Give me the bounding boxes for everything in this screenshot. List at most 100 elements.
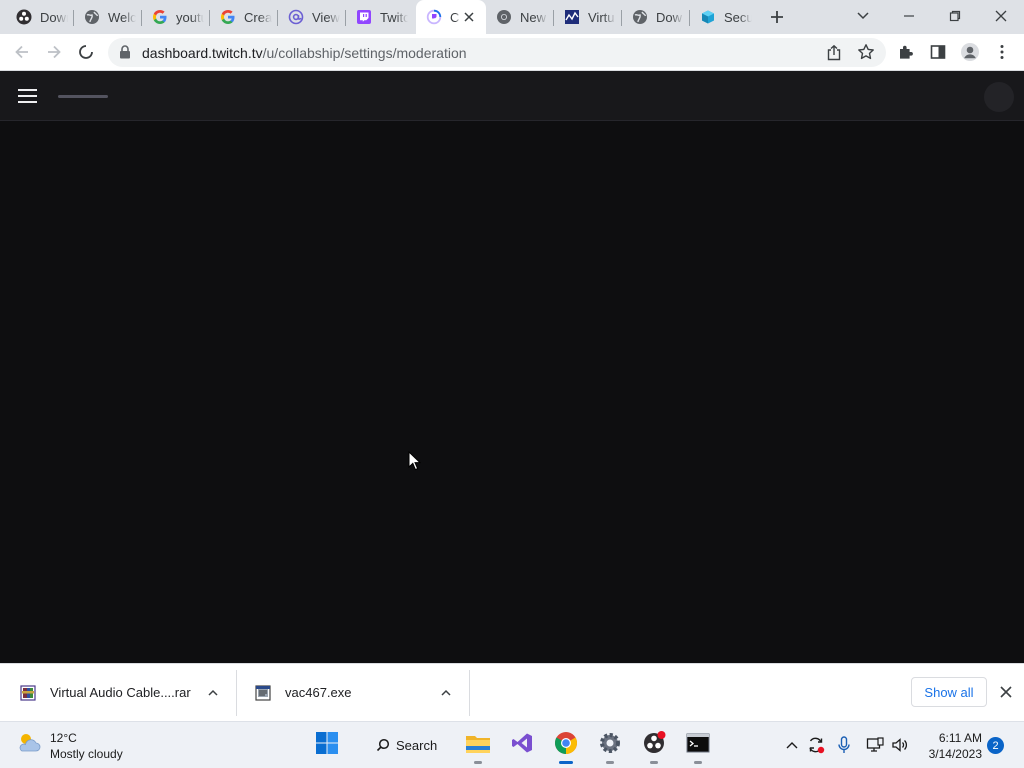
running-indicator xyxy=(650,761,658,764)
tab-title: youtu xyxy=(176,9,204,25)
new-tab-button[interactable] xyxy=(766,6,788,28)
taskbar-app-chrome[interactable] xyxy=(551,730,581,764)
system-clock[interactable]: 6:11 AM 3/14/2023 xyxy=(918,730,982,762)
show-all-downloads-button[interactable]: Show all xyxy=(911,677,987,707)
lock-icon[interactable] xyxy=(119,45,131,59)
partly-cloudy-icon xyxy=(16,730,42,762)
avatar-placeholder[interactable] xyxy=(984,82,1014,112)
clock-time: 6:11 AM xyxy=(938,731,982,745)
vac-icon xyxy=(564,9,580,25)
tab-2[interactable]: youtu xyxy=(142,4,210,30)
taskbar-app-settings[interactable] xyxy=(595,730,625,764)
url-domain: dashboard.twitch.tv xyxy=(142,45,263,61)
address-bar[interactable]: dashboard.twitch.tv/u/collabship/setting… xyxy=(108,38,886,67)
tab-title: C xyxy=(450,9,460,25)
share-icon[interactable] xyxy=(825,44,843,62)
tab-9[interactable]: Dow xyxy=(622,4,690,30)
tab-5[interactable]: Twitc xyxy=(346,4,414,30)
taskbar-app-file-explorer[interactable] xyxy=(463,730,493,764)
close-download-bar-icon[interactable] xyxy=(999,685,1013,699)
browser-menu-icon[interactable] xyxy=(992,42,1012,62)
tab-6-active[interactable]: C xyxy=(416,0,486,34)
restore-button[interactable] xyxy=(942,4,968,28)
tab-8[interactable]: Virtu xyxy=(554,4,622,30)
active-app-indicator xyxy=(559,761,573,764)
extensions-puzzle-icon[interactable] xyxy=(896,42,916,62)
google-icon xyxy=(152,9,168,25)
chrome-icon xyxy=(554,731,578,760)
back-button[interactable] xyxy=(12,42,32,62)
globe-icon xyxy=(84,9,100,25)
running-indicator xyxy=(694,761,702,764)
show-hidden-icons-chevron-icon[interactable] xyxy=(783,736,801,754)
dashboard-content-area xyxy=(0,121,1024,663)
tab-title: View xyxy=(312,9,340,25)
close-tab-icon[interactable] xyxy=(462,10,476,24)
tab-title: Virtu xyxy=(588,9,615,25)
tab-title: Welc xyxy=(108,9,136,25)
visual-studio-icon xyxy=(511,732,533,759)
tab-0[interactable]: Down xyxy=(6,4,74,30)
running-indicator xyxy=(606,761,614,764)
notification-count-badge[interactable]: 2 xyxy=(987,737,1004,754)
twitch-top-nav xyxy=(0,71,1024,121)
network-icon[interactable] xyxy=(866,736,884,754)
tab-10[interactable]: Secur xyxy=(690,4,758,30)
download-bar: Virtual Audio Cable....rar vac467.exe Sh… xyxy=(0,663,1024,721)
download-filename: Virtual Audio Cable....rar xyxy=(50,685,191,700)
microphone-icon[interactable] xyxy=(835,736,853,754)
clock-date: 3/14/2023 xyxy=(928,747,982,761)
url-text: dashboard.twitch.tv/u/collabship/setting… xyxy=(142,45,467,61)
side-panel-icon[interactable] xyxy=(928,42,948,62)
taskbar-app-terminal[interactable] xyxy=(683,730,713,764)
loading-title-placeholder xyxy=(58,95,108,98)
file-explorer-icon xyxy=(465,732,491,759)
tab-title: Down xyxy=(40,9,68,25)
globe-icon xyxy=(632,9,648,25)
url-path: /u/collabship/settings/moderation xyxy=(262,45,467,61)
search-label: Search xyxy=(396,737,438,753)
tab-title: Secur xyxy=(724,9,752,25)
tab-title: Dow xyxy=(656,9,683,25)
weather-condition: Mostly cloudy xyxy=(50,747,123,761)
at-sign-icon xyxy=(288,9,304,25)
tab-search-button[interactable] xyxy=(850,4,876,28)
close-window-button[interactable] xyxy=(988,4,1014,28)
profile-avatar-icon[interactable] xyxy=(960,42,980,62)
taskbar-app-visual-studio[interactable] xyxy=(507,730,537,760)
minimize-button[interactable] xyxy=(896,4,922,28)
search-icon xyxy=(376,738,390,752)
mouse-cursor-icon xyxy=(408,450,422,471)
download-item-1[interactable]: vac467.exe xyxy=(255,664,467,721)
chevron-up-icon[interactable] xyxy=(440,686,452,698)
tab-4[interactable]: View xyxy=(278,4,346,30)
forward-button[interactable] xyxy=(44,42,64,62)
windows-taskbar: 12°C Mostly cloudy Search 6:11 AM 3/14/2… xyxy=(0,721,1024,768)
browser-tab-strip: Down Welc youtu Creat View Twitc xyxy=(0,0,1024,34)
obs-icon xyxy=(642,730,666,760)
tab-7[interactable]: New xyxy=(486,4,554,30)
download-divider xyxy=(236,670,237,716)
running-indicator xyxy=(474,761,482,764)
hamburger-menu-icon[interactable] xyxy=(18,89,38,105)
weather-widget[interactable]: 12°C Mostly cloudy xyxy=(16,730,123,762)
volume-icon[interactable] xyxy=(891,736,909,754)
taskbar-app-obs[interactable] xyxy=(639,730,669,764)
twitch-icon xyxy=(356,9,372,25)
sync-alert-icon[interactable] xyxy=(807,736,825,754)
tab-title: Twitc xyxy=(380,9,408,25)
obs-icon xyxy=(16,9,32,25)
google-icon xyxy=(220,9,236,25)
exe-icon xyxy=(255,684,271,701)
download-item-0[interactable]: Virtual Audio Cable....rar xyxy=(20,664,234,721)
bookmark-star-icon[interactable] xyxy=(857,43,875,61)
tab-3[interactable]: Creat xyxy=(210,4,278,30)
terminal-icon xyxy=(686,733,710,758)
chrome-icon xyxy=(496,9,512,25)
chevron-up-icon[interactable] xyxy=(207,686,219,698)
twitch-loading-icon xyxy=(426,9,442,25)
stop-loading-button[interactable] xyxy=(76,42,96,62)
tab-1[interactable]: Welc xyxy=(74,4,142,30)
taskbar-search[interactable]: Search xyxy=(355,731,451,759)
start-button[interactable] xyxy=(312,730,342,760)
